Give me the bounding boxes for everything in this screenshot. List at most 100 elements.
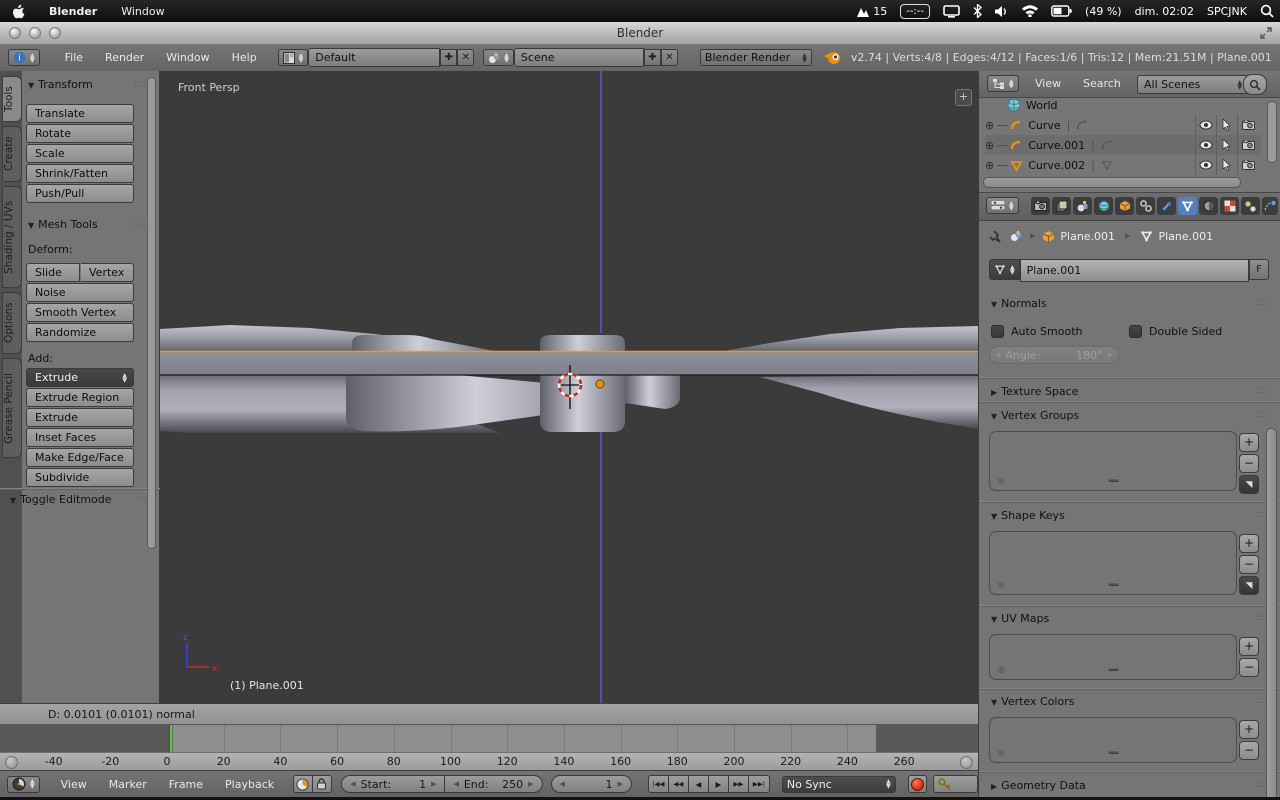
cpu-widget[interactable]: 15 bbox=[856, 5, 888, 18]
wifi-icon[interactable] bbox=[1022, 5, 1038, 17]
shape-keys-panel-header[interactable]: ▼Shape Keys bbox=[991, 509, 1065, 522]
tab-constraints[interactable] bbox=[1136, 197, 1155, 215]
tab-modifiers[interactable] bbox=[1157, 197, 1176, 215]
auto-smooth-angle-slider[interactable]: ◀Angle: 180°▶ bbox=[989, 346, 1119, 364]
double-sided-row[interactable]: Double Sided bbox=[1129, 325, 1222, 338]
vertex-group-add-button[interactable]: + bbox=[1239, 433, 1259, 452]
timeline-menu-marker[interactable]: Marker bbox=[98, 778, 158, 791]
list-resize-grip[interactable]: ══ bbox=[1109, 749, 1118, 759]
current-frame-field[interactable]: ◀1▶ bbox=[551, 775, 632, 793]
fake-user-button[interactable]: F bbox=[1249, 259, 1269, 280]
editor-type-info-button[interactable]: i ▲▼ bbox=[8, 49, 40, 66]
shape-key-add-button[interactable]: + bbox=[1239, 534, 1259, 553]
vertex-colors-list[interactable]: ⊕ ══ bbox=[989, 717, 1237, 763]
editor-type-properties-button[interactable]: ▲▼ bbox=[986, 197, 1019, 214]
tab-object[interactable] bbox=[1115, 197, 1134, 215]
timeline-menu-playback[interactable]: Playback bbox=[214, 778, 285, 791]
tab-scene[interactable] bbox=[1073, 197, 1092, 215]
tab-object-data[interactable] bbox=[1178, 197, 1197, 215]
auto-smooth-checkbox[interactable] bbox=[991, 325, 1004, 338]
play-reverse-button[interactable]: ◀ bbox=[689, 775, 709, 793]
inset-faces-button[interactable]: Inset Faces bbox=[26, 428, 134, 447]
volume-icon[interactable] bbox=[995, 5, 1009, 18]
extrude-region-button[interactable]: Extrude Region bbox=[26, 388, 134, 407]
delete-screen-layout-button[interactable]: ✕ bbox=[457, 49, 474, 66]
next-keyframe-button[interactable]: ▶▶ bbox=[729, 775, 749, 793]
outliner-menu-view[interactable]: View bbox=[1035, 77, 1061, 90]
vertex-colors-panel-header[interactable]: ▼Vertex Colors bbox=[991, 695, 1074, 708]
tab-world[interactable] bbox=[1094, 197, 1113, 215]
region-expand-button[interactable]: + bbox=[955, 89, 972, 106]
current-frame-marker[interactable] bbox=[170, 725, 172, 752]
timeline-scroll-cap-left[interactable] bbox=[5, 756, 18, 769]
panel-grip[interactable]: :::: bbox=[134, 79, 146, 89]
list-resize-grip[interactable]: ══ bbox=[1109, 581, 1118, 591]
zoom-window-button[interactable] bbox=[49, 27, 61, 39]
list-resize-grip[interactable]: ══ bbox=[1109, 477, 1118, 487]
tab-tools[interactable]: Tools bbox=[2, 76, 22, 122]
double-sided-checkbox[interactable] bbox=[1129, 325, 1142, 338]
play-button[interactable]: ▶ bbox=[709, 775, 729, 793]
tab-physics[interactable] bbox=[1262, 197, 1278, 215]
selectability-cursor-icon[interactable] bbox=[1216, 135, 1237, 155]
editor-type-outliner-button[interactable]: ▲▼ bbox=[987, 75, 1019, 92]
breadcrumb-object-icon[interactable] bbox=[1042, 230, 1055, 243]
menu-render[interactable]: Render bbox=[94, 51, 155, 64]
expand-icon[interactable]: ⊕ bbox=[985, 119, 994, 132]
extrude-dropdown[interactable]: Extrude ▲▼ bbox=[26, 368, 134, 387]
display-icon[interactable] bbox=[943, 5, 960, 18]
properties-scrollbar[interactable] bbox=[1266, 428, 1277, 800]
shape-key-remove-button[interactable]: − bbox=[1239, 555, 1259, 574]
add-screen-layout-button[interactable]: ✚ bbox=[440, 49, 457, 66]
slide-edge-button[interactable]: Slide Ed bbox=[26, 263, 80, 282]
timeline-ruler[interactable]: -40-200204060801001201401601802002202402… bbox=[0, 752, 978, 770]
rotate-button[interactable]: Rotate bbox=[26, 124, 134, 143]
screen-layout-name-field[interactable]: Default bbox=[308, 48, 440, 67]
breadcrumb-object-name[interactable]: Plane.001 bbox=[1060, 230, 1115, 243]
delete-scene-button[interactable]: ✕ bbox=[661, 49, 678, 66]
screen-layout-browse-button[interactable]: ▲▼ bbox=[278, 49, 309, 66]
outliner-horizontal-scrollbar[interactable] bbox=[983, 177, 1241, 188]
menubar-clock[interactable]: dim. 02:02 bbox=[1135, 5, 1194, 18]
frame-start-field[interactable]: ◀Start: 1▶ bbox=[341, 775, 445, 793]
scene-browse-button[interactable]: ▲▼ bbox=[483, 49, 514, 66]
vertex-color-remove-button[interactable]: − bbox=[1239, 741, 1259, 760]
smooth-vertex-button[interactable]: Smooth Vertex bbox=[26, 303, 134, 322]
timeline-channel[interactable] bbox=[0, 725, 978, 752]
shrink-fatten-button[interactable]: Shrink/Fatten bbox=[26, 164, 134, 183]
apple-menu[interactable] bbox=[12, 4, 25, 19]
mesh-tools-panel-header[interactable]: ▼Mesh Tools bbox=[28, 218, 98, 231]
breadcrumb-data-icon[interactable] bbox=[1140, 230, 1153, 242]
tab-options[interactable]: Options bbox=[2, 292, 22, 354]
keying-set-button[interactable] bbox=[933, 775, 978, 793]
tab-particles[interactable] bbox=[1241, 197, 1260, 215]
expand-icon[interactable]: ⊕ bbox=[985, 139, 994, 152]
menu-help[interactable]: Help bbox=[221, 51, 268, 64]
timeline-scroll-cap-right[interactable] bbox=[960, 756, 973, 769]
menubar-app-name[interactable]: Blender bbox=[49, 5, 97, 18]
jump-to-start-button[interactable]: |◀◀ bbox=[648, 775, 669, 793]
bluetooth-icon[interactable] bbox=[973, 4, 982, 18]
menu-file[interactable]: File bbox=[54, 51, 94, 64]
tab-shading-uvs[interactable]: Shading / UVs bbox=[2, 186, 22, 288]
sync-mode-dropdown[interactable]: No Sync▲▼ bbox=[782, 776, 896, 793]
editor-type-timeline-button[interactable]: ▲▼ bbox=[7, 776, 40, 793]
render-engine-dropdown[interactable]: Blender Render▲▼ bbox=[700, 49, 812, 66]
normals-panel-header[interactable]: ▼Normals bbox=[991, 297, 1047, 310]
tab-material[interactable] bbox=[1199, 197, 1218, 215]
all-scenes-dropdown[interactable]: All Scenes▲▼ bbox=[1137, 75, 1249, 94]
tab-texture[interactable] bbox=[1220, 197, 1239, 215]
jump-to-end-button[interactable]: ▶▶| bbox=[749, 775, 770, 793]
extrude-individual-button[interactable]: Extrude Individual bbox=[26, 408, 134, 427]
timeline-menu-view[interactable]: View bbox=[50, 778, 98, 791]
lock-frame-button[interactable] bbox=[313, 775, 332, 793]
slide-vertex-button[interactable]: Vertex bbox=[81, 263, 134, 282]
breadcrumb-data-name[interactable]: Plane.001 bbox=[1158, 230, 1213, 243]
previous-keyframe-button[interactable]: ◀◀ bbox=[669, 775, 689, 793]
timeline-menu-frame[interactable]: Frame bbox=[158, 778, 214, 791]
outliner-search-button[interactable] bbox=[1243, 74, 1267, 95]
visibility-eye-icon[interactable] bbox=[1195, 115, 1216, 135]
menubar-window-menu[interactable]: Window bbox=[121, 5, 164, 18]
battery-time-widget[interactable]: --:-- bbox=[900, 4, 930, 19]
noise-button[interactable]: Noise bbox=[26, 283, 134, 302]
